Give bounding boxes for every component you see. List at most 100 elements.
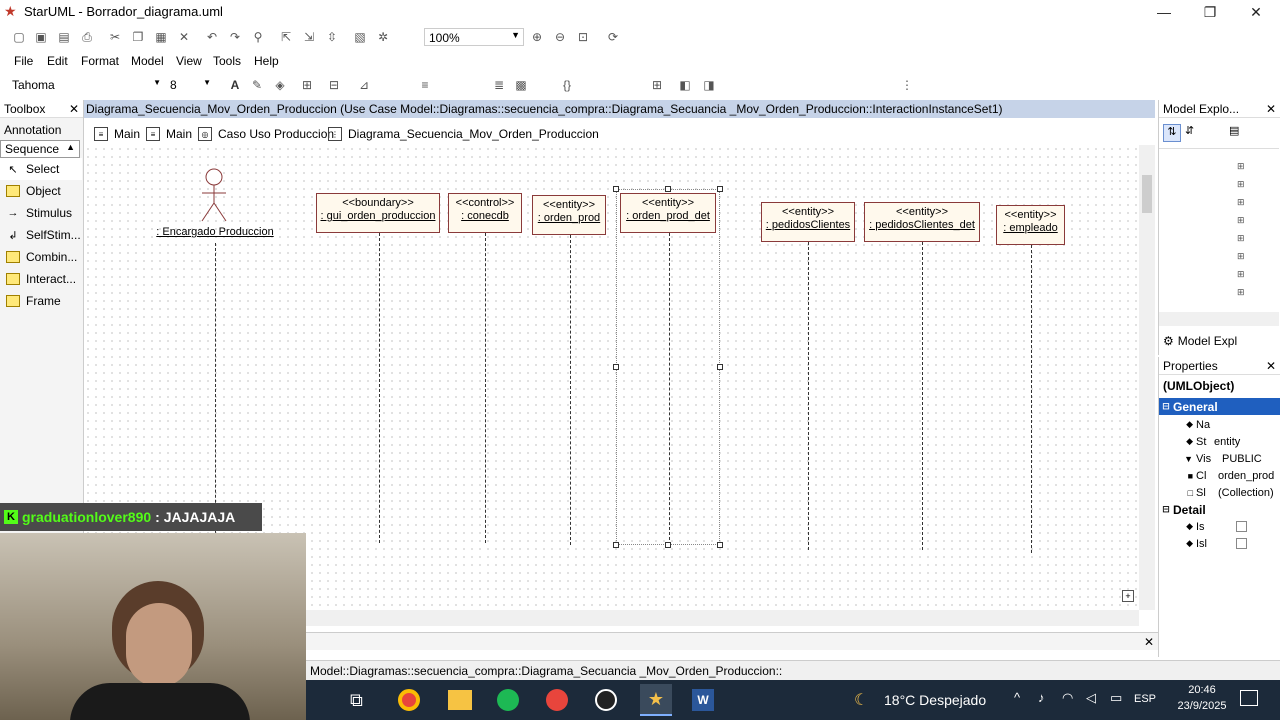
- tab-caso-uso[interactable]: ◎ Caso Uso Produccion: [198, 127, 334, 141]
- model-tree[interactable]: ⊞ ⊞ ⊞ ⊞ ⊞ ⊞ ⊞ ⊞: [1159, 148, 1279, 308]
- copy-icon[interactable]: ❐: [129, 28, 147, 46]
- actor-lifeline[interactable]: [215, 243, 216, 543]
- resize-handle[interactable]: [717, 542, 723, 548]
- battery-icon[interactable]: ▭: [1110, 690, 1122, 706]
- obs-icon[interactable]: [595, 689, 617, 711]
- resize-handle[interactable]: [665, 186, 671, 192]
- undo-icon[interactable]: ↶: [203, 28, 221, 46]
- selection-frame[interactable]: [616, 189, 720, 545]
- tool-interaction-operand[interactable]: Interact...: [0, 268, 82, 290]
- actor-name[interactable]: : Encargado Produccion: [152, 226, 278, 238]
- lifeline-pedidosclientes-det[interactable]: <<entity>> : pedidosClientes_det: [864, 202, 980, 242]
- filter-icon[interactable]: ▤: [1229, 124, 1239, 137]
- spotify-icon[interactable]: [497, 689, 519, 711]
- tab-main-1[interactable]: ≡ Main: [94, 127, 140, 141]
- minimize-button[interactable]: —: [1141, 0, 1187, 24]
- refresh-icon[interactable]: ⟳: [604, 28, 622, 46]
- lifeline-dash[interactable]: [379, 233, 380, 543]
- property-row[interactable]: ◆ Is: [1159, 518, 1280, 535]
- tool-stimulus[interactable]: → Stimulus: [0, 202, 82, 224]
- navigate-icon[interactable]: ⇱: [277, 28, 295, 46]
- scrollbar-thumb[interactable]: [1142, 175, 1152, 213]
- property-row[interactable]: ■ Cl orden_prod: [1159, 467, 1280, 484]
- wifi-icon[interactable]: ◠: [1062, 690, 1073, 706]
- task-view-icon[interactable]: ⧉: [350, 690, 363, 711]
- bring-front-icon[interactable]: ◧: [676, 76, 694, 94]
- menu-format[interactable]: Format: [81, 54, 119, 68]
- sequence-section[interactable]: Sequence ▲: [0, 140, 80, 158]
- close-icon[interactable]: ✕: [1266, 359, 1276, 373]
- menu-help[interactable]: Help: [254, 54, 279, 68]
- tree-horizontal-scrollbar[interactable]: [1159, 312, 1279, 326]
- group-icon[interactable]: ▩: [512, 76, 530, 94]
- file-explorer-icon[interactable]: [448, 690, 472, 710]
- close-icon[interactable]: ✕: [1144, 635, 1154, 649]
- clock-time[interactable]: 20:46: [1174, 684, 1230, 696]
- close-window-button[interactable]: ✕: [1233, 0, 1279, 24]
- more-tools-icon[interactable]: ⋮: [898, 76, 916, 94]
- lifeline-empleado[interactable]: <<entity>> : empleado: [996, 205, 1065, 245]
- delete-icon[interactable]: ✕: [175, 28, 193, 46]
- font-size-select[interactable]: 8 ▼: [166, 76, 214, 94]
- property-row[interactable]: □ Sl (Collection): [1159, 484, 1280, 501]
- tool-frame[interactable]: Frame: [0, 290, 82, 312]
- open-folder-icon[interactable]: ▣: [32, 28, 50, 46]
- menu-view[interactable]: View: [176, 54, 202, 68]
- redo-icon[interactable]: ↷: [226, 28, 244, 46]
- find-icon[interactable]: ⚲: [249, 28, 267, 46]
- fill-color-icon[interactable]: ◈: [271, 76, 289, 94]
- navigator-plus-icon[interactable]: +: [1122, 590, 1134, 602]
- stereotype-icon[interactable]: ⊿: [355, 76, 373, 94]
- menu-edit[interactable]: Edit: [47, 54, 68, 68]
- cut-icon[interactable]: ✂: [106, 28, 124, 46]
- close-icon[interactable]: ✕: [69, 102, 79, 116]
- close-icon[interactable]: ✕: [1266, 102, 1276, 116]
- print-icon[interactable]: ⎙: [78, 28, 96, 46]
- lifeline-dash[interactable]: [922, 242, 923, 550]
- font-color-icon[interactable]: A: [226, 76, 244, 94]
- line-color-icon[interactable]: ✎: [248, 76, 266, 94]
- volume-icon[interactable]: ◁: [1086, 690, 1096, 706]
- zoom-out-icon[interactable]: ⊖: [551, 28, 569, 46]
- chrome-profile-icon[interactable]: [546, 689, 568, 711]
- microphone-icon[interactable]: ♪: [1038, 690, 1045, 705]
- weather-text[interactable]: 18°C Despejado: [884, 692, 986, 708]
- lifeline-dash[interactable]: [1031, 245, 1032, 553]
- save-icon[interactable]: ▤: [55, 28, 73, 46]
- lifeline-dash[interactable]: [808, 242, 809, 550]
- tree-expand-icons[interactable]: ⊞ ⊞ ⊞ ⊞ ⊞ ⊞ ⊞ ⊞: [1237, 157, 1245, 301]
- vertical-scrollbar[interactable]: [1139, 145, 1155, 610]
- chrome-icon[interactable]: [398, 689, 420, 711]
- lifeline-dash[interactable]: [485, 233, 486, 543]
- resize-handle[interactable]: [717, 186, 723, 192]
- checkbox[interactable]: [1236, 538, 1247, 549]
- navigate-down-icon[interactable]: ⇳: [323, 28, 341, 46]
- paste-icon[interactable]: ▦: [152, 28, 170, 46]
- lifeline-gui-orden-produccion[interactable]: <<boundary>> : gui_orden_produccion: [316, 193, 440, 233]
- layout-icon[interactable]: ▧: [351, 28, 369, 46]
- distribute-icon[interactable]: ⊞: [648, 76, 666, 94]
- zoom-in-icon[interactable]: ⊕: [528, 28, 546, 46]
- section-detail[interactable]: ⊟ Detail: [1159, 501, 1280, 518]
- resize-handle[interactable]: [665, 542, 671, 548]
- auto-resize-icon[interactable]: ⊞: [298, 76, 316, 94]
- model-explorer-tab[interactable]: ⚙ Model Expl: [1163, 334, 1237, 348]
- section-general[interactable]: ⊟ General: [1159, 398, 1280, 415]
- lifeline-orden-prod-det[interactable]: <<entity>> : orden_prod_det: [620, 193, 716, 233]
- options-icon[interactable]: ✲: [374, 28, 392, 46]
- fit-window-icon[interactable]: ⊡: [574, 28, 592, 46]
- lifeline-dash[interactable]: [570, 235, 571, 545]
- sort-type-icon[interactable]: ⇵: [1185, 124, 1194, 137]
- resize-handle[interactable]: [613, 542, 619, 548]
- new-file-icon[interactable]: ▢: [10, 28, 28, 46]
- lifeline-pedidosclientes[interactable]: <<entity>> : pedidosClientes: [761, 202, 855, 242]
- language-indicator[interactable]: ESP: [1134, 693, 1156, 705]
- property-row[interactable]: ◆ St entity: [1159, 433, 1280, 450]
- lifeline-orden-prod[interactable]: <<entity>> : orden_prod: [532, 195, 606, 235]
- menu-file[interactable]: File: [14, 54, 33, 68]
- line-style-icon[interactable]: ⊟: [325, 76, 343, 94]
- tab-diagrama-secuencia[interactable]: ⋮ Diagrama_Secuencia_Mov_Orden_Produccion: [328, 127, 599, 141]
- zoom-select[interactable]: 100% ▼: [424, 28, 524, 46]
- annotation-section[interactable]: Annotation: [0, 122, 82, 140]
- tool-select[interactable]: ↖ Select: [0, 158, 82, 180]
